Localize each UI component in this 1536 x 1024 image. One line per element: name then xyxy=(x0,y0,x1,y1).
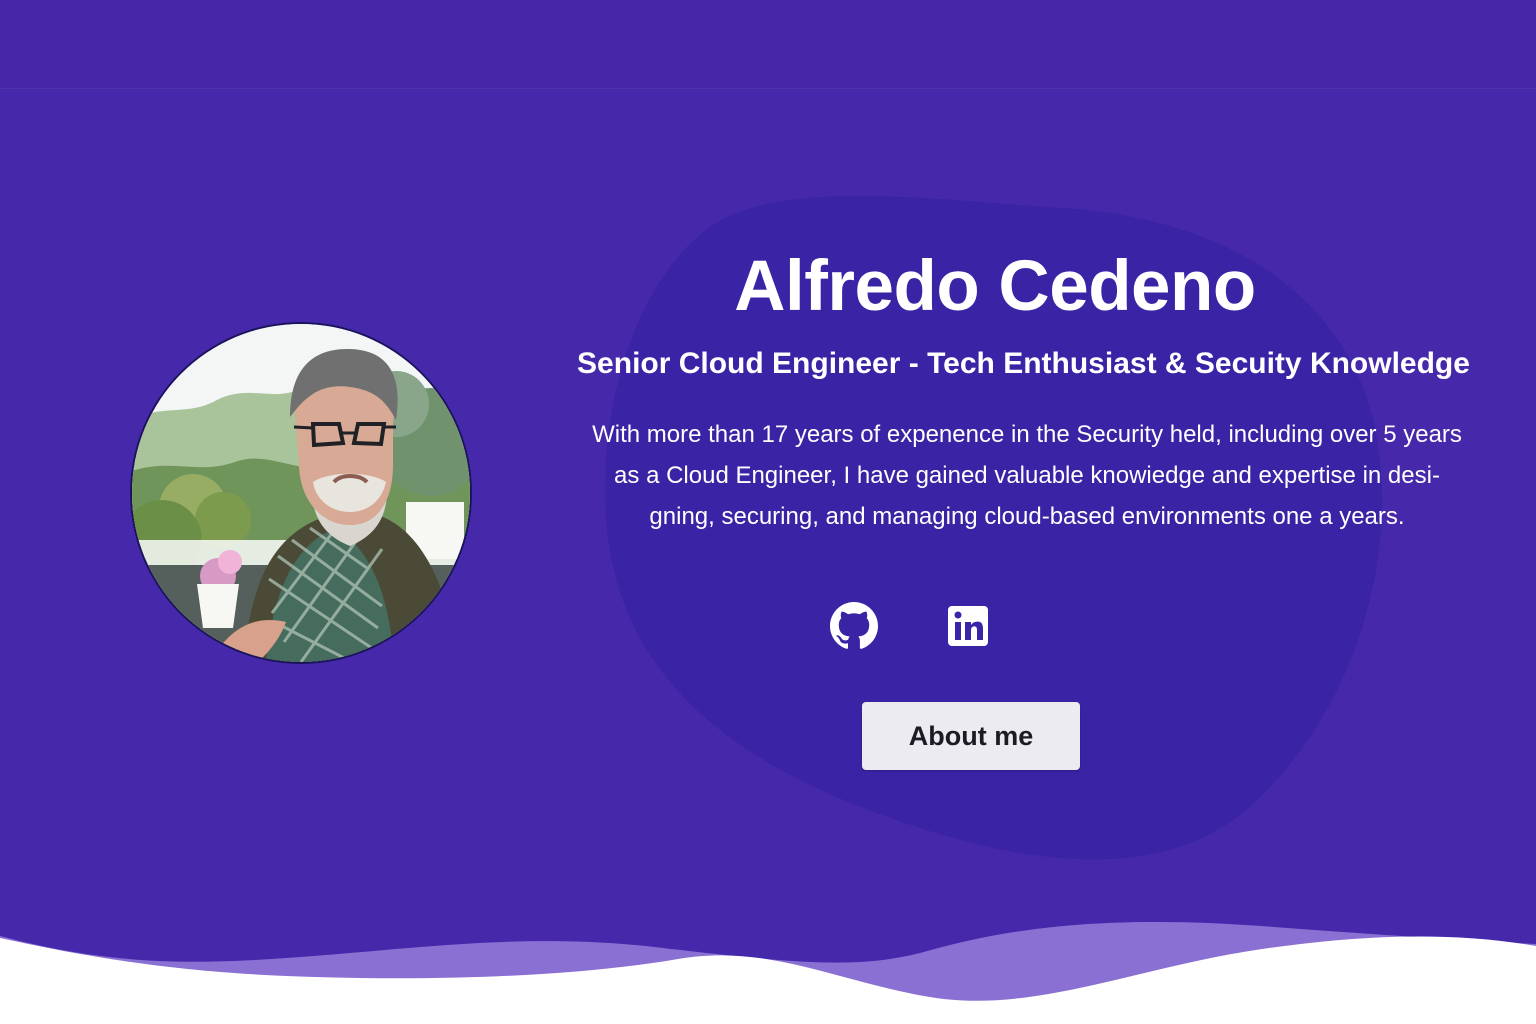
profile-bio: With more than 17 years of expenence in … xyxy=(560,414,1494,537)
portrait-image xyxy=(132,324,470,662)
top-navigation-band xyxy=(0,0,1536,89)
linkedin-icon xyxy=(948,606,988,646)
about-me-button[interactable]: About me xyxy=(862,702,1080,770)
bio-line: gning, securing, and managing cloud-base… xyxy=(649,503,1405,530)
profile-subtitle: Senior Cloud Engineer - Tech Enthusiast … xyxy=(577,347,1470,380)
portfolio-page: Alfredo Cedeno Senior Cloud Engineer - T… xyxy=(0,0,1536,1024)
profile-photo xyxy=(132,324,470,662)
hero-section: Alfredo Cedeno Senior Cloud Engineer - T… xyxy=(0,0,1536,1024)
social-links xyxy=(826,598,1006,658)
profile-name: Alfredo Cedeno xyxy=(734,247,1256,326)
github-icon xyxy=(830,602,878,649)
linkedin-link[interactable] xyxy=(940,598,996,654)
bottom-wave-divider xyxy=(0,921,1536,1024)
github-link[interactable] xyxy=(826,598,882,654)
bio-line: as a Cloud Engineer, I have gained valua… xyxy=(614,462,1440,489)
bio-line: With more than 17 years of expenence in … xyxy=(592,421,1462,448)
